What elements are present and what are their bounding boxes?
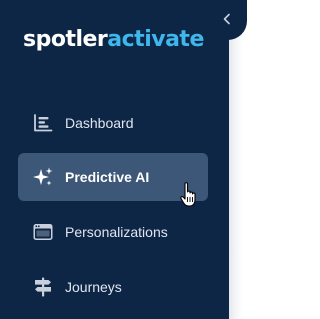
logo-text-spotler: spotler (23, 27, 108, 52)
sidebar-item-personalizations[interactable]: Personalizations (18, 208, 208, 256)
hand-pointer-cursor-icon (180, 182, 196, 207)
sidebar-item-label: Dashboard (65, 115, 134, 131)
sidebar-item-label: Journeys (65, 279, 122, 295)
signpost-icon (32, 276, 54, 298)
logo-text-activate: activate (107, 27, 204, 52)
bar-chart-icon (32, 112, 54, 134)
chevron-left-icon (223, 13, 230, 25)
sidebar-edge-shadow (229, 0, 260, 319)
sidebar-item-journeys[interactable]: Journeys (18, 263, 208, 311)
sidebar-item-label: Predictive AI (65, 169, 150, 185)
sidebar: spotleractivate Dashboard Predictive AI (0, 0, 229, 319)
sparkles-icon (32, 166, 54, 188)
browser-window-icon (32, 221, 54, 243)
brand-logo[interactable]: spotleractivate (23, 26, 204, 54)
sidebar-item-label: Personalizations (65, 224, 168, 240)
sidebar-item-dashboard[interactable]: Dashboard (18, 99, 208, 147)
collapse-sidebar-button[interactable] (209, 0, 247, 40)
